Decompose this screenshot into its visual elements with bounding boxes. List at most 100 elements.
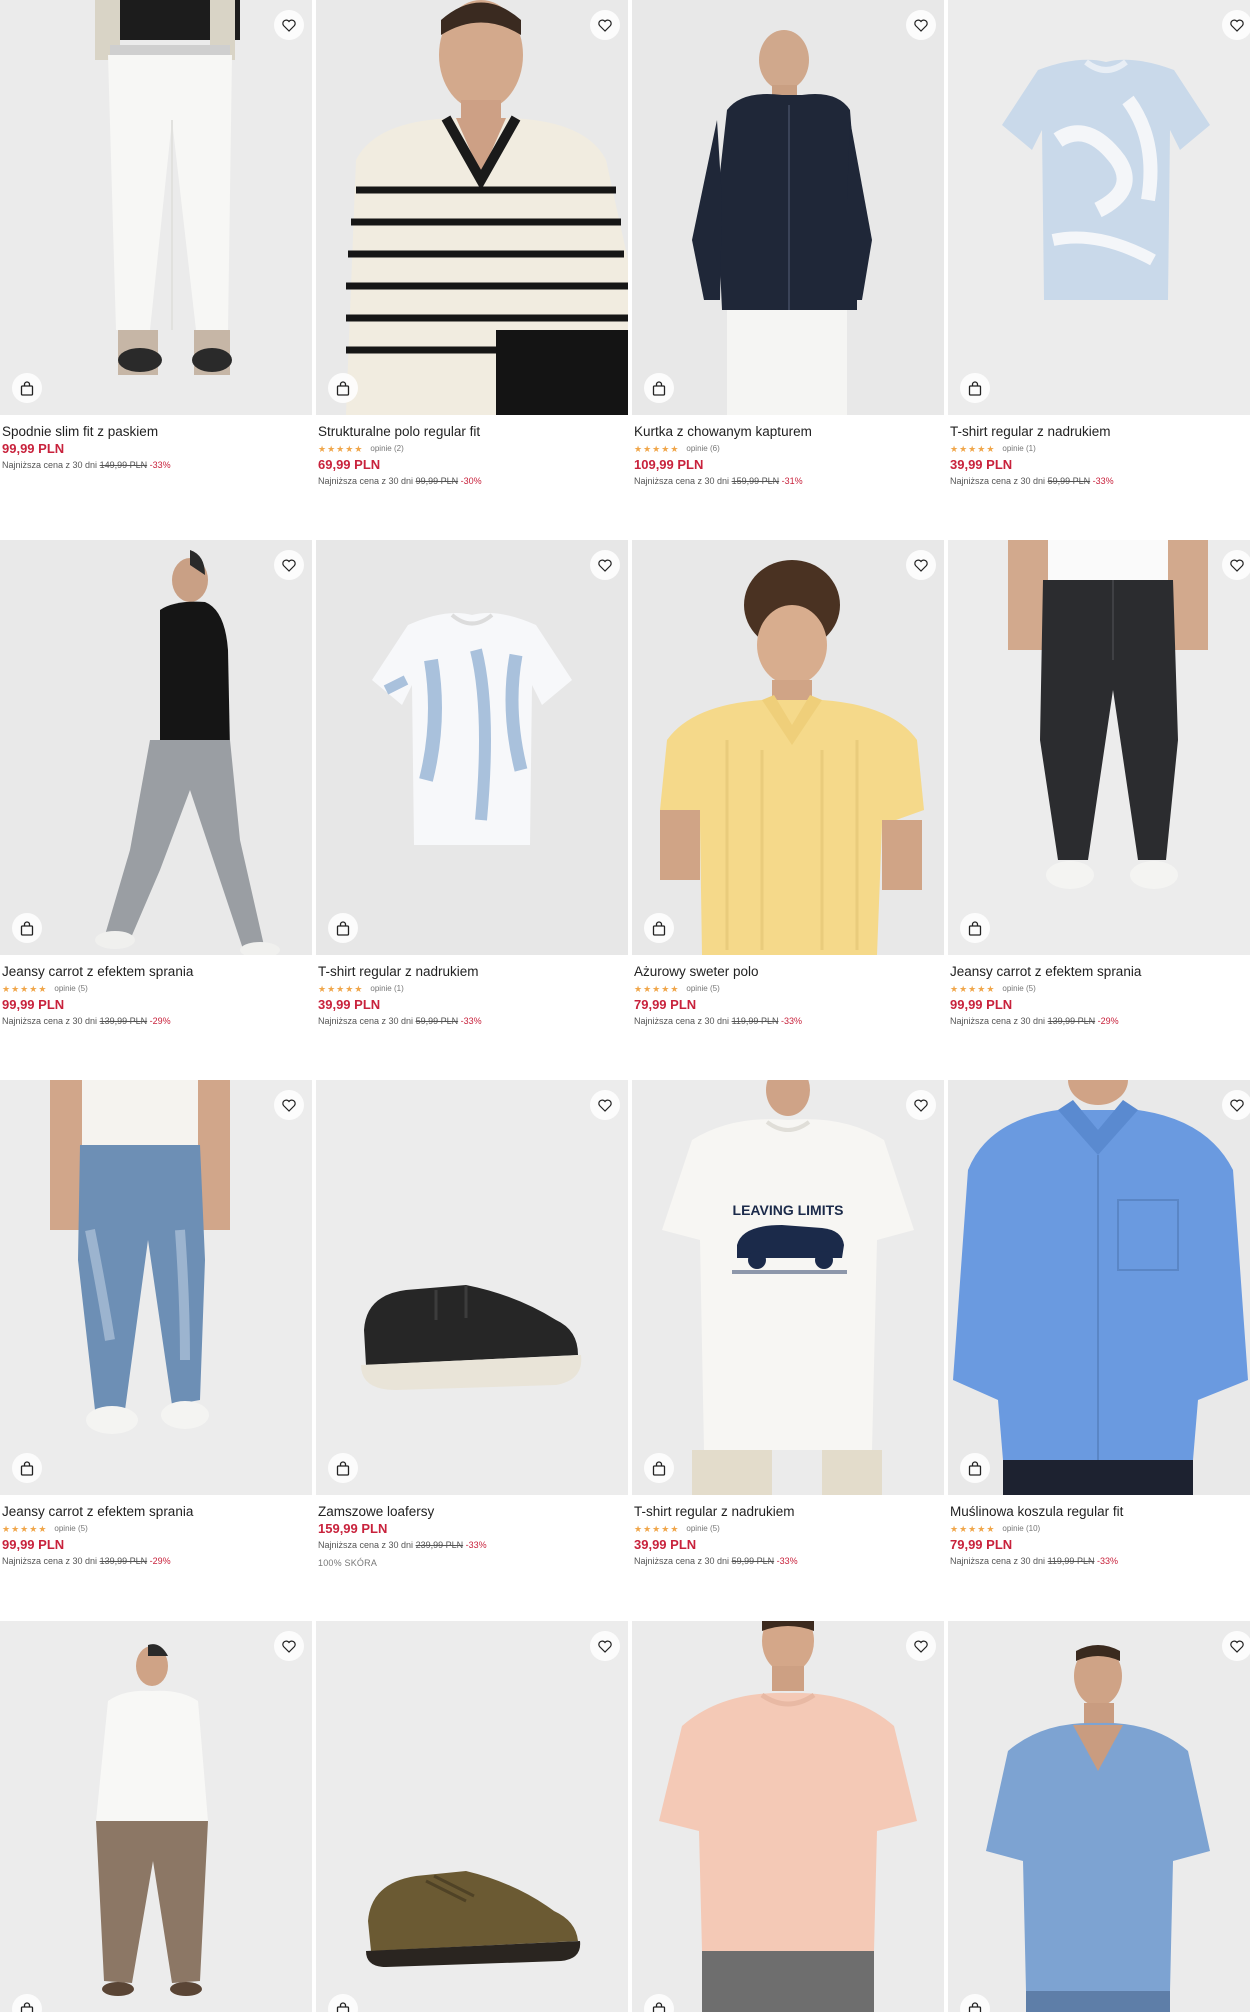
product-name[interactable]: Zamszowe loafersy <box>318 1503 626 1520</box>
reviews-count[interactable]: opinie (1) <box>1002 444 1035 453</box>
product-card[interactable]: Jeansy carrot z efektem sprania ★ ★ ★ ★ ★ opi… <box>948 540 1250 1028</box>
product-image[interactable] <box>632 540 944 955</box>
product-image[interactable] <box>0 1080 312 1495</box>
product-photo-striped-polo <box>316 0 628 415</box>
add-to-wishlist-button[interactable] <box>590 1090 620 1120</box>
add-to-wishlist-button[interactable] <box>274 1090 304 1120</box>
product-card[interactable]: T-shirt regular z nadrukiem ★ ★ ★ ★ ★ opinie … <box>948 0 1250 488</box>
product-image[interactable] <box>316 1080 628 1495</box>
product-name[interactable]: Jeansy carrot z efektem sprania <box>950 963 1250 980</box>
reviews-count[interactable]: opinie (10) <box>1002 1524 1040 1533</box>
product-name[interactable]: Kurtka z chowanym kapturem <box>634 423 942 440</box>
add-to-bag-button[interactable] <box>12 373 42 403</box>
product-image[interactable] <box>632 1621 944 2012</box>
add-to-wishlist-button[interactable] <box>906 10 936 40</box>
reviews-count[interactable]: opinie (5) <box>686 1524 719 1533</box>
product-card[interactable] <box>0 1621 312 2012</box>
product-name[interactable]: Ażurowy sweter polo <box>634 963 942 980</box>
product-card[interactable]: Jeansy carrot z efektem sprania ★ ★ ★ ★ ★ opi… <box>0 540 312 1028</box>
shopping-bag-icon <box>652 2001 666 2012</box>
add-to-bag-button[interactable] <box>960 373 990 403</box>
lowest-price-info: Najniższa cena z 30 dni 119,99 PLN -33% <box>634 1015 942 1028</box>
star-icon: ★ <box>2 1523 11 1534</box>
product-image[interactable]: LEAVING LIMITS <box>632 1080 944 1495</box>
add-to-wishlist-button[interactable] <box>274 10 304 40</box>
product-card[interactable] <box>632 1621 944 2012</box>
reviews-count[interactable]: opinie (1) <box>370 984 403 993</box>
star-icon: ★ <box>959 983 968 994</box>
product-name[interactable]: Jeansy carrot z efektem sprania <box>2 963 310 980</box>
lowest-price-label: Najniższa cena z 30 dni <box>950 476 1046 486</box>
product-image[interactable] <box>0 540 312 955</box>
product-card[interactable]: Jeansy carrot z efektem sprania ★ ★ ★ ★ ★ opi… <box>0 1080 312 1568</box>
product-card[interactable]: Kurtka z chowanym kapturem ★ ★ ★ ★ ★ opinie (… <box>632 0 944 488</box>
heart-icon <box>914 559 928 572</box>
product-card[interactable]: Spodnie slim fit z paskiem 99,99 PLN Naj… <box>0 0 312 472</box>
product-image[interactable] <box>632 0 944 415</box>
reviews-count[interactable]: opinie (5) <box>1002 984 1035 993</box>
add-to-bag-button[interactable] <box>644 373 674 403</box>
product-image[interactable] <box>316 0 628 415</box>
product-image[interactable] <box>948 540 1250 955</box>
add-to-wishlist-button[interactable] <box>906 1090 936 1120</box>
product-price: 99,99 PLN <box>2 1537 65 1552</box>
add-to-bag-button[interactable] <box>644 1453 674 1483</box>
lowest-price-label: Najniższa cena z 30 dni <box>318 1016 414 1026</box>
product-name[interactable]: T-shirt regular z nadrukiem <box>634 1503 942 1520</box>
product-name[interactable]: T-shirt regular z nadrukiem <box>318 963 626 980</box>
old-price: 139,99 PLN <box>1047 1016 1096 1026</box>
product-card[interactable]: Muślinowa koszula regular fit ★ ★ ★ ★ ★ opini… <box>948 1080 1250 1568</box>
add-to-wishlist-button[interactable] <box>274 1631 304 1661</box>
add-to-wishlist-button[interactable] <box>274 550 304 580</box>
add-to-bag-button[interactable] <box>960 913 990 943</box>
heart-icon <box>282 1640 296 1653</box>
reviews-count[interactable]: opinie (5) <box>54 984 87 993</box>
add-to-bag-button[interactable] <box>12 913 42 943</box>
reviews-count[interactable]: opinie (2) <box>370 444 403 453</box>
product-card[interactable] <box>316 1621 628 2012</box>
add-to-bag-button[interactable] <box>644 913 674 943</box>
product-card[interactable]: Strukturalne polo regular fit ★ ★ ★ ★ ★ opini… <box>316 0 628 488</box>
product-card[interactable] <box>948 1621 1250 2012</box>
add-to-bag-button[interactable] <box>328 373 358 403</box>
reviews-count[interactable]: opinie (5) <box>54 1524 87 1533</box>
add-to-wishlist-button[interactable] <box>590 1631 620 1661</box>
product-image[interactable] <box>0 1621 312 2012</box>
add-to-wishlist-button[interactable] <box>1222 550 1250 580</box>
product-name[interactable]: Spodnie slim fit z paskiem <box>2 423 310 440</box>
discount-badge: -30% <box>460 476 482 486</box>
add-to-wishlist-button[interactable] <box>590 550 620 580</box>
product-image[interactable] <box>948 1621 1250 2012</box>
product-card[interactable]: Zamszowe loafersy 159,99 PLN Najniższa c… <box>316 1080 628 1570</box>
product-rating: ★ ★ ★ ★ ★ opinie (5) <box>634 1521 942 1536</box>
add-to-wishlist-button[interactable] <box>906 550 936 580</box>
product-name[interactable]: T-shirt regular z nadrukiem <box>950 423 1250 440</box>
reviews-count[interactable]: opinie (6) <box>686 444 719 453</box>
product-image[interactable] <box>316 540 628 955</box>
product-image[interactable] <box>316 1621 628 2012</box>
product-image[interactable] <box>0 0 312 415</box>
product-card[interactable]: Ażurowy sweter polo ★ ★ ★ ★ ★ opinie (5) 79,9… <box>632 540 944 1028</box>
product-card[interactable]: LEAVING LIMITS T-shirt regular z nadruki… <box>632 1080 944 1568</box>
product-card[interactable]: T-shirt regular z nadrukiem ★ ★ ★ ★ ★ opinie … <box>316 540 628 1028</box>
add-to-wishlist-button[interactable] <box>1222 10 1250 40</box>
product-name[interactable]: Strukturalne polo regular fit <box>318 423 626 440</box>
add-to-wishlist-button[interactable] <box>1222 1090 1250 1120</box>
star-icon: ★ <box>643 443 652 454</box>
add-to-bag-button[interactable] <box>328 913 358 943</box>
add-to-wishlist-button[interactable] <box>1222 1631 1250 1661</box>
add-to-wishlist-button[interactable] <box>590 10 620 40</box>
product-info: Spodnie slim fit z paskiem 99,99 PLN Naj… <box>0 415 312 472</box>
product-name[interactable]: Muślinowa koszula regular fit <box>950 1503 1250 1520</box>
discount-badge: -33% <box>776 1556 798 1566</box>
add-to-bag-button[interactable] <box>12 1453 42 1483</box>
reviews-count[interactable]: opinie (5) <box>686 984 719 993</box>
product-image[interactable] <box>948 0 1250 415</box>
add-to-wishlist-button[interactable] <box>906 1631 936 1661</box>
add-to-bag-button[interactable] <box>960 1453 990 1483</box>
lowest-price-label: Najniższa cena z 30 dni <box>950 1556 1046 1566</box>
add-to-bag-button[interactable] <box>328 1453 358 1483</box>
product-name[interactable]: Jeansy carrot z efektem sprania <box>2 1503 310 1520</box>
product-image[interactable] <box>948 1080 1250 1495</box>
product-price: 69,99 PLN <box>318 457 381 472</box>
